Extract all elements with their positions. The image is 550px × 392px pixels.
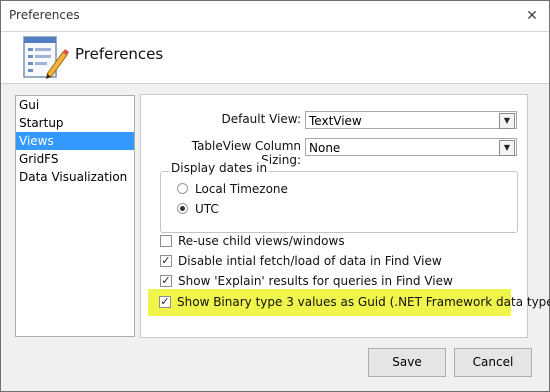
preferences-document-pencil-icon [23,36,69,79]
display-dates-legend: Display dates in [169,161,270,175]
save-button[interactable]: Save [368,348,446,377]
default-view-label: Default View: [221,112,301,126]
header-title: Preferences [75,45,164,63]
preferences-window: Preferences ✕ Preferences Gui Startup Vi… [0,0,550,392]
title-bar: Preferences ✕ [1,1,549,32]
checkbox-disable-initial-fetch[interactable]: ✓ Disable intial fetch/load of data in F… [160,253,500,269]
default-view-select[interactable]: TextView ▼ [305,111,517,129]
checkbox[interactable]: ✓ [159,296,171,308]
checkbox-reuse-child-views[interactable]: Re-use child views/windows [160,233,500,249]
default-view-value: TextView [309,114,362,128]
checkbox-label: Show 'Explain' results for queries in Fi… [178,274,453,288]
close-icon[interactable]: ✕ [523,7,541,25]
radio-label: UTC [195,202,219,216]
cancel-button[interactable]: Cancel [454,348,532,377]
nav-item-gui[interactable]: Gui [16,96,134,114]
nav-item-data-visualization[interactable]: Data Visualization [16,168,134,186]
window-title: Preferences [9,8,80,22]
chevron-down-icon[interactable]: ▼ [499,113,515,129]
checkbox[interactable] [160,235,172,247]
checkbox-label: Show Binary type 3 values as Guid (.NET … [177,295,550,309]
checkbox-show-explain[interactable]: ✓ Show 'Explain' results for queries in … [160,273,500,289]
checkbox-label: Disable intial fetch/load of data in Fin… [178,254,442,268]
chevron-down-icon[interactable]: ▼ [499,140,515,156]
checkbox-label: Re-use child views/windows [178,234,345,248]
checkbox[interactable]: ✓ [160,255,172,267]
column-sizing-select[interactable]: None ▼ [305,138,517,156]
dialog-header: Preferences [1,32,549,84]
radio-local-timezone[interactable]: Local Timezone [177,181,377,197]
nav-item-views[interactable]: Views [16,132,134,150]
checkbox[interactable]: ✓ [160,275,172,287]
radio-utc[interactable]: UTC [177,201,377,217]
nav-item-gridfs[interactable]: GridFS [16,150,134,168]
column-sizing-value: None [309,141,341,155]
radio-label: Local Timezone [195,182,288,196]
nav-item-startup[interactable]: Startup [16,114,134,132]
dialog-body: Gui Startup Views GridFS Data Visualizat… [1,84,550,391]
preferences-nav-list: Gui Startup Views GridFS Data Visualizat… [15,95,135,337]
radio-button[interactable] [177,203,188,214]
checkbox-show-binary-guid[interactable]: ✓ Show Binary type 3 values as Guid (.NE… [159,294,550,310]
radio-button[interactable] [177,183,188,194]
